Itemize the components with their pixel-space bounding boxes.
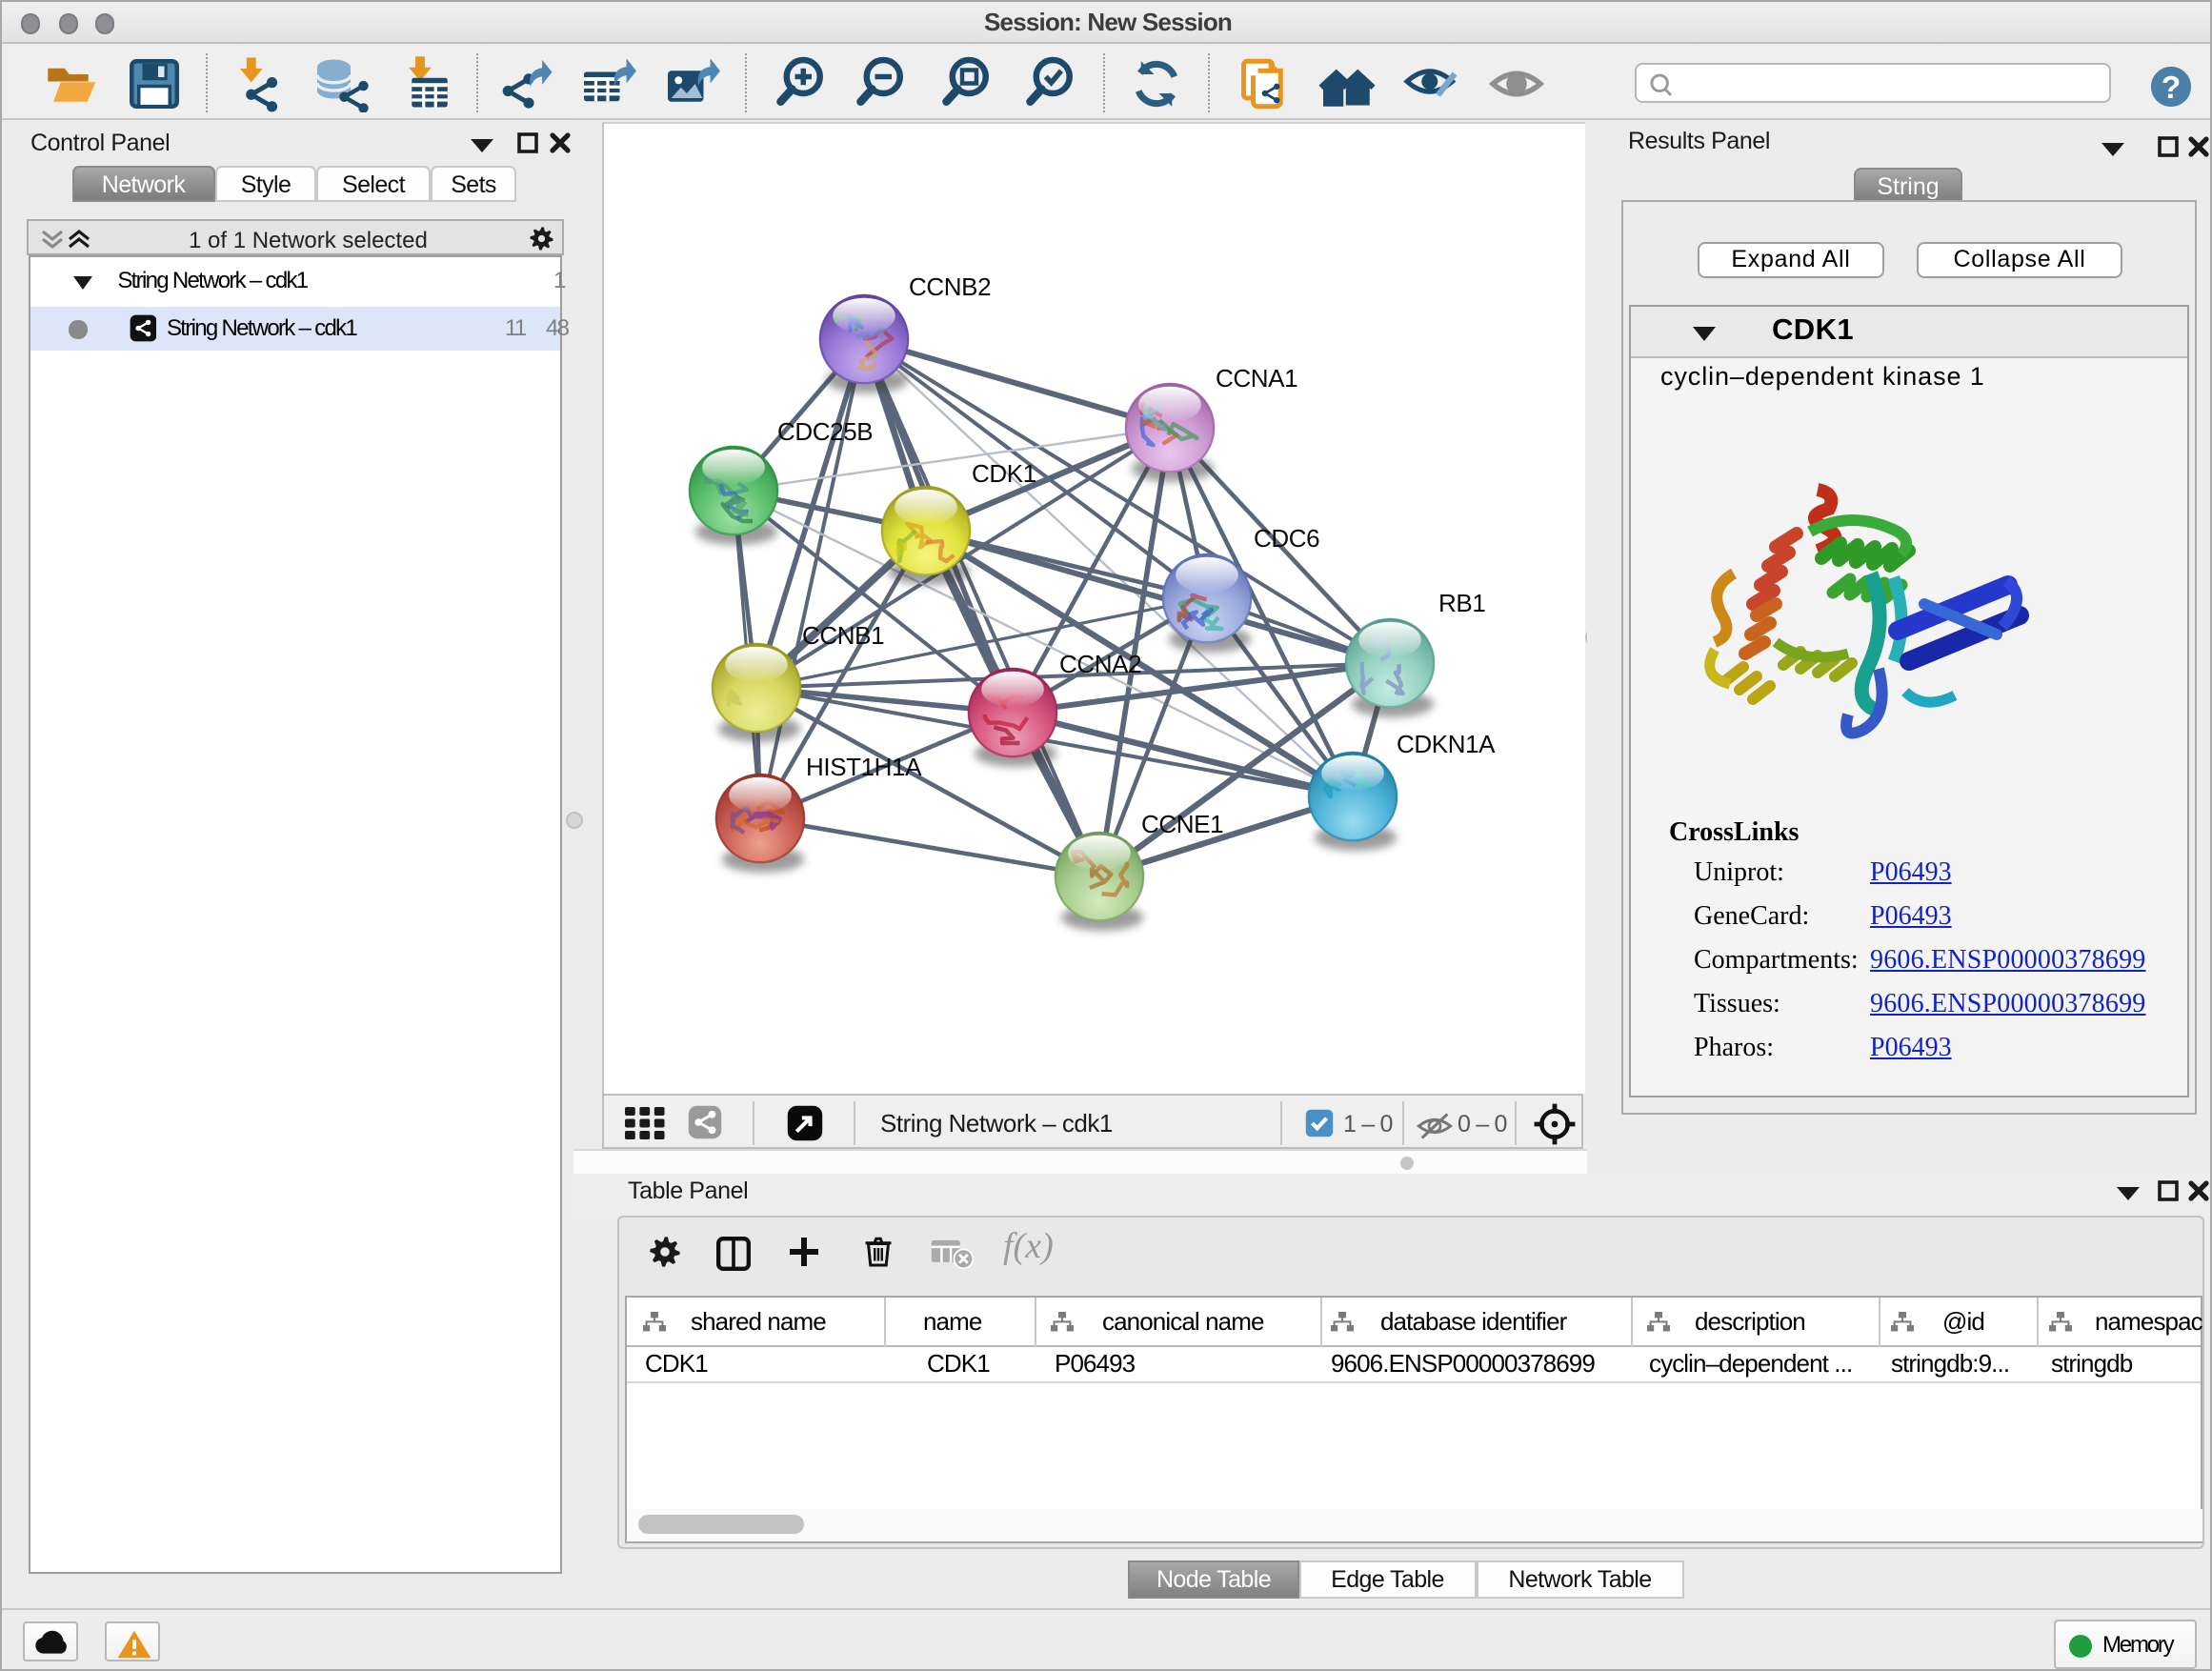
svg-text:CDC25B: CDC25B	[776, 416, 872, 445]
svg-text:CDK1: CDK1	[971, 458, 1036, 487]
svg-text:CCNB1: CCNB1	[801, 620, 883, 649]
svg-text:CCNA2: CCNA2	[1058, 649, 1140, 677]
svg-text:CCNE1: CCNE1	[1140, 809, 1222, 837]
svg-text:HIST1H1A: HIST1H1A	[805, 752, 921, 780]
svg-text:CDC6: CDC6	[1253, 523, 1318, 552]
svg-text:RB1: RB1	[1438, 588, 1484, 616]
svg-text:CDKN1A: CDKN1A	[1396, 729, 1495, 757]
svg-text:CCNB2: CCNB2	[908, 272, 990, 300]
svg-text:?: ?	[2162, 70, 2181, 105]
svg-text:CCNA1: CCNA1	[1215, 363, 1297, 392]
